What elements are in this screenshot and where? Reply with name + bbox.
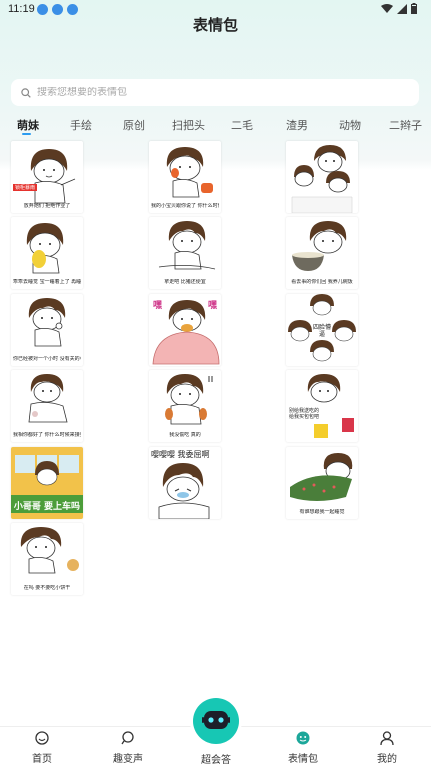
sticker-item[interactable]: 别给我送吃的 给我买包包吧 <box>286 370 358 442</box>
nav-stickers[interactable]: 表情包 <box>273 730 333 765</box>
sticker-caption: 我相你都好了 你什么时候来接我 <box>13 432 81 438</box>
sticker-item[interactable]: 四脸懵逼 <box>286 294 358 366</box>
sticker-item[interactable]: 锁柜暴雨 放弃她们 拒绝作业了 <box>11 141 83 213</box>
sticker-item[interactable]: 我没偷吃 真的 <box>149 370 221 442</box>
tab-ermao[interactable]: 二毛 <box>231 117 253 133</box>
sticker-badge: 锁柜暴雨 <box>13 184 38 191</box>
robot-icon <box>202 711 230 729</box>
status-icons <box>381 3 417 14</box>
sticker-item[interactable]: 在吗 要不要吃小饼干 <box>11 523 83 595</box>
user-icon <box>380 731 394 746</box>
sticker-item[interactable]: 嘤嘤嘤 我委屈啊 <box>149 447 221 519</box>
tab-mengmei[interactable]: 萌妹 <box>17 117 39 133</box>
sticker-caption: 在吗 要不要吃小饼干 <box>23 585 71 591</box>
sticker-caption: 你已经被对一个小时 没有关的小宝贝了 <box>13 356 81 362</box>
sticker-item[interactable] <box>286 141 358 213</box>
sticker-caption: 别给我送吃的 给我买包包吧 <box>288 408 319 420</box>
sticker-caption: 小哥哥 要上车吗 <box>13 502 81 512</box>
nav-me-label: 我的 <box>377 754 397 765</box>
category-tabs: 萌妹 手绘 原创 扫把头 二毛 渣男 动物 二辫子 <box>0 117 431 139</box>
girl-with-bags-icon <box>307 374 354 438</box>
sticker-caption: 有谁想跟我一起睡觉 <box>299 509 345 515</box>
girls-crowd-icon <box>291 145 353 213</box>
sticker-item[interactable]: 你已经被对一个小时 没有关的小宝贝了 <box>11 294 83 366</box>
tab-dongwu[interactable]: 动物 <box>339 117 361 133</box>
nav-home[interactable]: 首页 <box>12 730 72 765</box>
sticker-item[interactable]: 我相你都好了 你什么时候来接我 <box>11 370 83 442</box>
sticker-caption: 放弃她们 拒绝作业了 <box>23 203 71 209</box>
tab-erbianzi[interactable]: 二辫子 <box>389 117 422 133</box>
sticker-caption: 乖乖去睡觉 宝一睡着上了 再睡睡觉宝宝 <box>13 279 81 285</box>
nav-stickers-label: 表情包 <box>288 754 318 765</box>
sticker-caption: 拿走吧 比猪还便宜 <box>164 279 206 285</box>
sticker-badge: 嘿 <box>153 301 163 311</box>
page-title: 表情包 <box>192 16 238 34</box>
signal-icon <box>397 3 407 14</box>
sticker-badge: 四脸懵逼 <box>312 324 331 338</box>
sticker-caption: 我没偷吃 真的 <box>169 432 201 438</box>
sticker-item[interactable]: 拿走吧 比猪还便宜 <box>149 217 221 289</box>
battery-icon <box>411 3 417 14</box>
sticker-caption: 看去事的你们回 我养几碗饭 <box>291 279 353 285</box>
nav-voice-label: 趣变声 <box>113 754 143 765</box>
sticker-caption: 我的小宝贝跟你说了 你什么时候来接我呀？ <box>151 203 219 209</box>
tab-shouhui[interactable]: 手绘 <box>70 117 92 133</box>
sticker-badge: 嘿 <box>207 301 217 311</box>
tab-yuanchuang[interactable]: 原创 <box>123 117 145 133</box>
sticker-caption: 嘤嘤嘤 我委屈啊 <box>151 450 210 459</box>
sticker-item[interactable]: 看去事的你们回 我养几碗饭 <box>286 217 358 289</box>
sticker-item[interactable]: 有谁想跟我一起睡觉 <box>286 447 358 519</box>
nav-voice[interactable]: 趣变声 <box>98 730 158 765</box>
nav-home-label: 首页 <box>32 754 52 765</box>
wifi-icon <box>381 3 393 13</box>
chatbot-label: 超会答 <box>201 755 231 766</box>
sticker-face-icon <box>296 731 310 745</box>
sticker-item[interactable]: 小哥哥 要上车吗 <box>11 447 83 519</box>
nav-me[interactable]: 我的 <box>357 730 417 765</box>
sticker-item[interactable]: 我的小宝贝跟你说了 你什么时候来接我呀？ <box>149 141 221 213</box>
search-input[interactable] <box>37 87 397 98</box>
tab-saobatou[interactable]: 扫把头 <box>172 117 205 133</box>
sticker-item[interactable]: 嘿 嘿 <box>149 294 221 366</box>
sticker-item[interactable]: 乖乖去睡觉 宝一睡着上了 再睡睡觉宝宝 <box>11 217 83 289</box>
search-bar[interactable] <box>11 79 419 106</box>
chatbot-button[interactable] <box>193 698 239 744</box>
tab-zhanan[interactable]: 渣男 <box>286 117 308 133</box>
home-icon <box>35 731 49 745</box>
search-icon <box>21 87 31 98</box>
active-tab-indicator <box>22 133 31 135</box>
voice-changer-icon <box>121 731 134 745</box>
